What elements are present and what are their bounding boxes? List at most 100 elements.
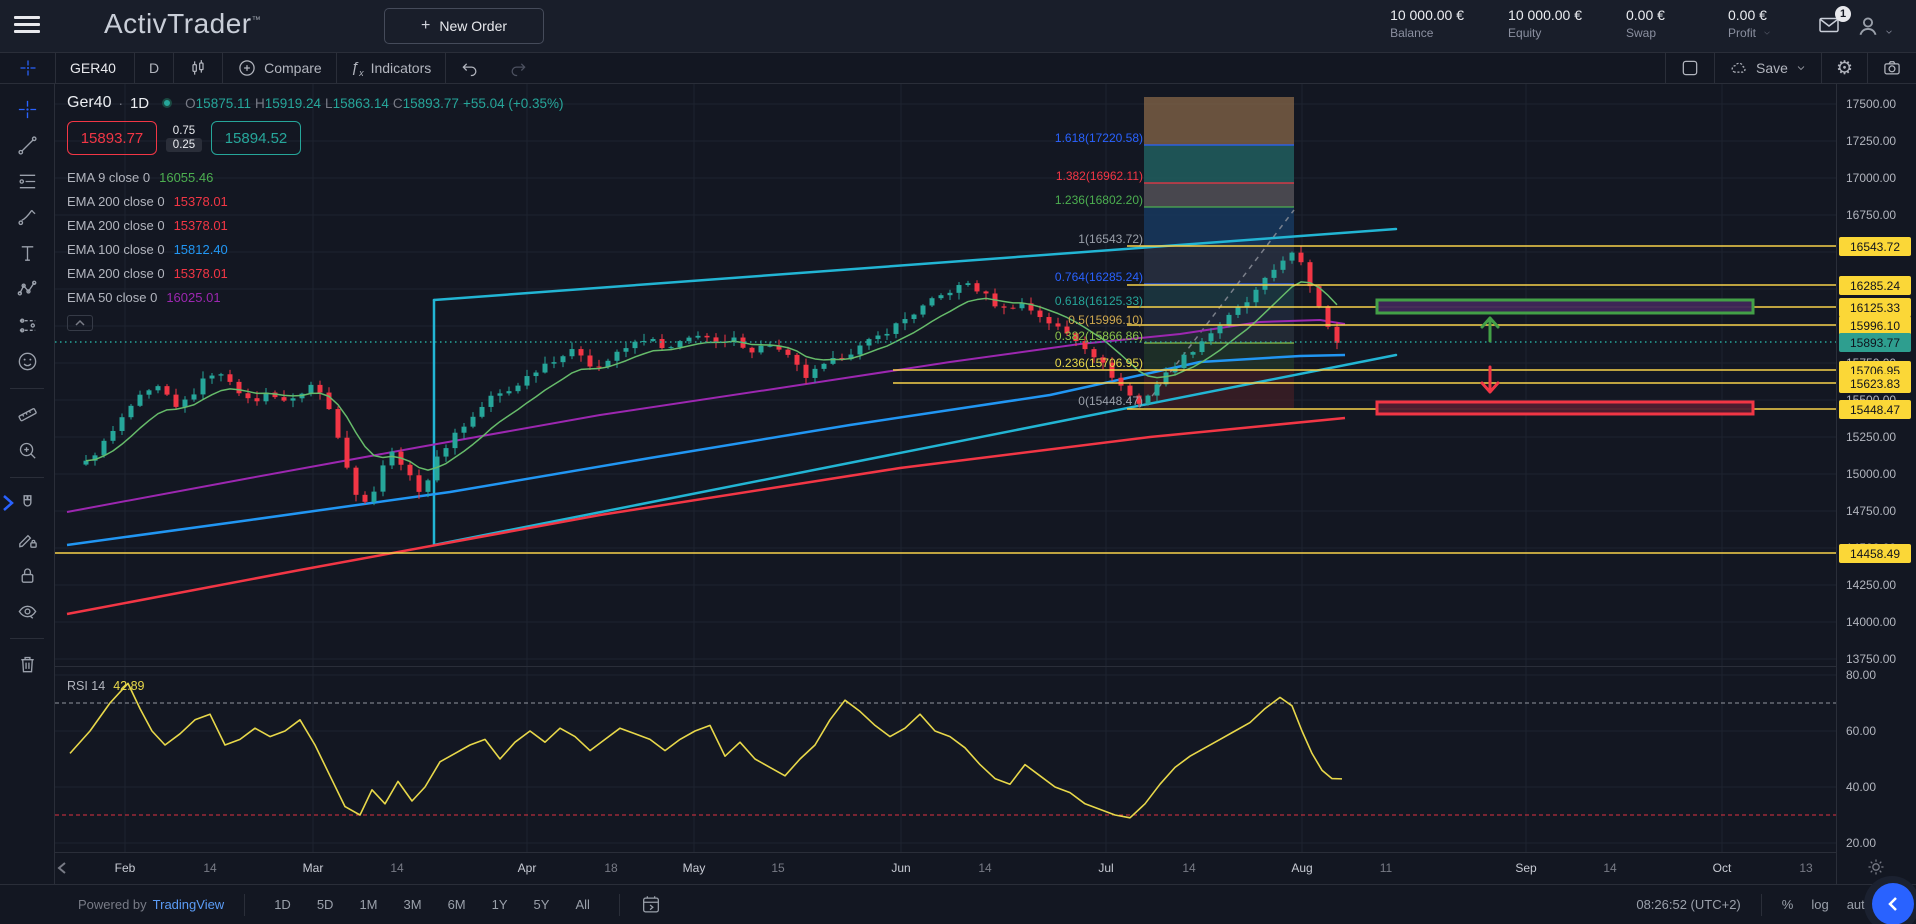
timeframe-3m[interactable]: 3M (395, 893, 431, 916)
ruler-tool[interactable] (8, 397, 46, 431)
display-settings-icon[interactable] (1867, 858, 1885, 876)
undo-button[interactable] (446, 53, 494, 83)
price-axis-label: 15250.00 (1846, 430, 1896, 444)
save-button[interactable]: Save (1715, 53, 1821, 83)
text-tool-icon (16, 242, 39, 265)
price-scale[interactable]: 17500.0017250.0017000.0016750.0016500.00… (1836, 84, 1916, 884)
brush-tool[interactable] (8, 200, 46, 234)
clock[interactable]: 08:26:52 (UTC+2) (1636, 897, 1740, 912)
time-axis-label: 18 (604, 861, 617, 875)
timeframe-1y[interactable]: 1Y (483, 893, 517, 916)
price-axis-label: 60.00 (1846, 724, 1876, 738)
bottom-bar: Powered by TradingView 1D 5D 1M 3M 6M 1Y 5Y All… (0, 884, 1916, 924)
lock-all-tool[interactable] (8, 558, 46, 592)
layout-checkbox-icon[interactable] (1666, 53, 1714, 83)
fib-level-label: 0.5(15996.10) (1068, 313, 1143, 327)
price-axis-label: 80.00 (1846, 668, 1876, 682)
new-order-button[interactable]: + New Order (384, 8, 544, 44)
cloud-icon (1729, 58, 1749, 78)
brush-tool-icon (16, 206, 39, 229)
time-axis[interactable]: Feb14Mar14Apr18May15Jun14Jul14Aug11Sep14… (55, 852, 1836, 884)
mail-icon[interactable]: 1 (1816, 13, 1844, 39)
buy-ask-button[interactable]: 15894.52 (211, 121, 301, 155)
tradingview-link[interactable]: TradingView (153, 897, 225, 912)
chart-pane[interactable]: 1.618(17220.58)1.382(16962.11)1.236(1680… (55, 84, 1836, 666)
text-tool[interactable] (8, 236, 46, 270)
timeframe-5d[interactable]: 5D (308, 893, 343, 916)
fib-level-label: 0.618(16125.33) (1055, 294, 1143, 308)
timeframe-1m[interactable]: 1M (350, 893, 386, 916)
magnet-tool-icon (16, 492, 39, 515)
pattern-tool[interactable] (8, 272, 46, 306)
time-axis-label: Feb (115, 861, 136, 875)
app-logo: ActivTrader™ (104, 8, 261, 40)
panel-expand-chevron-icon[interactable] (1, 494, 15, 512)
screenshot-button[interactable] (1868, 53, 1916, 83)
fib-level-label: 1(16543.72) (1078, 232, 1143, 246)
powered-by-label: Powered by (78, 897, 147, 912)
percent-scale-toggle[interactable]: % (1782, 897, 1794, 912)
time-axis-label: Aug (1291, 861, 1312, 875)
trend-line-tool[interactable] (8, 128, 46, 162)
hide-all-tool[interactable] (8, 594, 46, 628)
sell-bid-button[interactable]: 15893.77 (67, 121, 157, 155)
fib-level-label: 1.382(16962.11) (1056, 169, 1143, 183)
fib-retracement-tool[interactable] (8, 164, 46, 198)
account-profit: 0.00 €Profit (1728, 7, 1786, 40)
indicator-row[interactable]: EMA 200 close 015378.01 (67, 261, 568, 285)
price-axis-label: 40.00 (1846, 780, 1876, 794)
timeframe-all[interactable]: All (566, 893, 598, 916)
price-level-badge: 16543.72 (1839, 237, 1911, 256)
timeframe-5y[interactable]: 5Y (525, 893, 559, 916)
timeframe-6m[interactable]: 6M (439, 893, 475, 916)
chart-style-button[interactable] (174, 53, 222, 83)
rsi-pane[interactable]: RSI 14 42.89 (55, 666, 1836, 852)
interval-button[interactable]: D (135, 53, 173, 83)
undo-icon (460, 58, 480, 78)
legend-interval[interactable]: 1D (130, 95, 149, 112)
trend-line-tool-icon (16, 134, 39, 157)
drawing-lock-tool-icon (16, 528, 39, 551)
position-tool-icon (16, 314, 39, 337)
account-equity: 10 000.00 €Equity (1508, 7, 1582, 40)
ohlc-values: O15875.11H15919.24L15863.14C15893.77+55.… (185, 96, 567, 111)
redo-button[interactable] (494, 53, 542, 83)
zoom-in-tool[interactable] (8, 433, 46, 467)
crosshair-tool[interactable] (8, 92, 46, 126)
rsi-legend[interactable]: RSI 14 42.89 (67, 679, 145, 693)
settings-button[interactable]: ⚙ (1822, 53, 1867, 83)
position-tool[interactable] (8, 308, 46, 342)
chevron-left-icon[interactable] (57, 861, 67, 875)
fib-level-label: 1.618(17220.58) (1055, 131, 1143, 145)
indicator-row[interactable]: EMA 200 close 015378.01 (67, 189, 568, 213)
compare-button[interactable]: Compare (223, 53, 336, 83)
timeframe-1d[interactable]: 1D (265, 893, 300, 916)
symbol-button[interactable]: GER40 (56, 53, 134, 83)
collapse-panel-button[interactable] (1872, 883, 1914, 924)
chart-toolbar: GER40 D Compare ƒx Indicators Save ⚙ (0, 52, 1916, 84)
hamburger-menu-icon[interactable] (14, 16, 40, 36)
indicator-row[interactable]: EMA 100 close 015812.40 (67, 237, 568, 261)
log-scale-toggle[interactable]: log (1811, 897, 1828, 912)
trash-tool-icon (16, 653, 39, 676)
go-to-date-icon[interactable] (640, 894, 662, 916)
plus-icon: + (421, 17, 430, 35)
indicator-row[interactable]: EMA 200 close 015378.01 (67, 213, 568, 237)
drawing-lock-tool[interactable] (8, 522, 46, 556)
chevron-down-icon[interactable] (1762, 28, 1772, 38)
time-axis-label: Jun (891, 861, 910, 875)
trash-tool[interactable] (8, 647, 46, 681)
divider (10, 477, 44, 478)
time-axis-label: May (683, 861, 706, 875)
time-axis-label: 14 (203, 861, 216, 875)
indicators-button[interactable]: ƒx Indicators (337, 53, 446, 83)
emoji-tool[interactable] (8, 344, 46, 378)
indicator-row[interactable]: EMA 50 close 016025.01 (67, 285, 568, 309)
indicator-row[interactable]: EMA 9 close 016055.46 (67, 165, 568, 189)
avatar[interactable] (1854, 9, 1894, 43)
legend-symbol[interactable]: Ger40 (67, 94, 111, 112)
crosshair-icon[interactable] (0, 53, 55, 83)
time-axis-label: 11 (1380, 861, 1392, 875)
legend-collapse-button[interactable] (67, 315, 93, 331)
rsi-chart[interactable] (55, 667, 1836, 852)
